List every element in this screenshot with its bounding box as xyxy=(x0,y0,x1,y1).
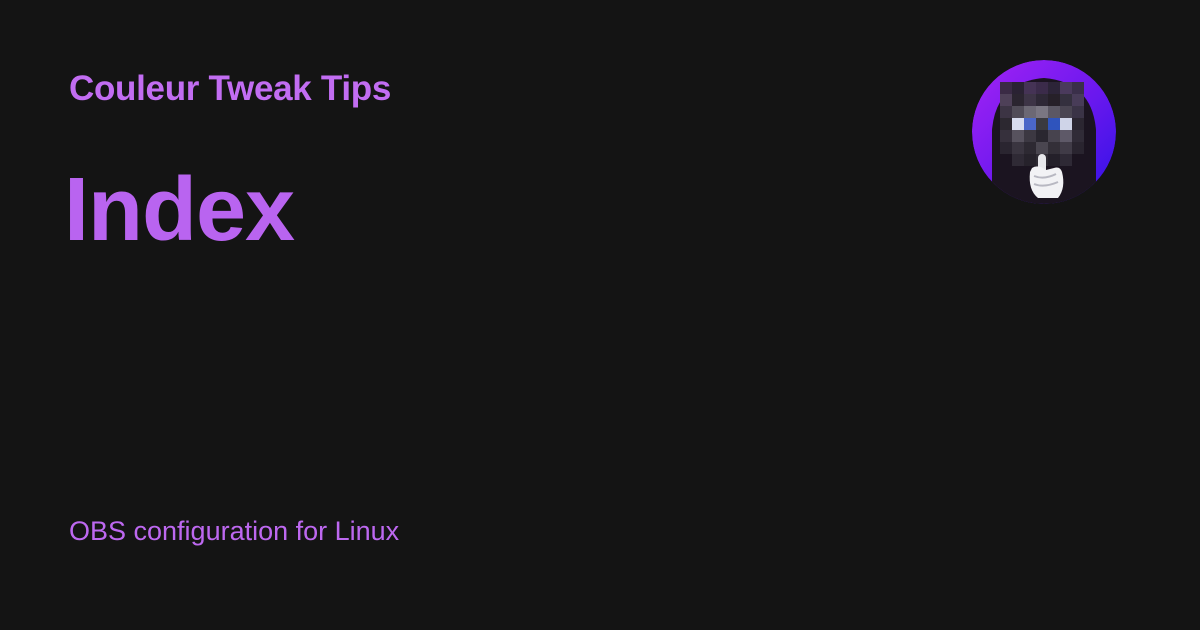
page-title: Index xyxy=(64,160,295,260)
hooded-figure-avatar-icon xyxy=(972,60,1116,204)
page-description: OBS configuration for Linux xyxy=(69,516,400,546)
site-title: Couleur Tweak Tips xyxy=(69,69,391,108)
og-card: Couleur Tweak Tips Index OBS configurati… xyxy=(0,0,1200,630)
avatar xyxy=(972,60,1116,204)
